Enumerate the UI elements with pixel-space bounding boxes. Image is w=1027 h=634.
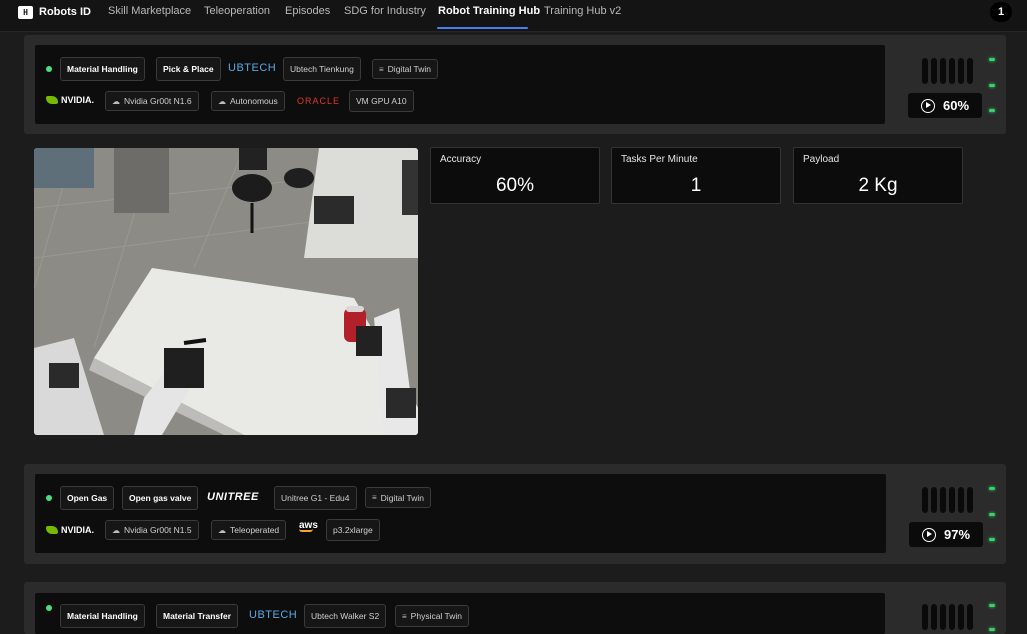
mode-chip[interactable]: ☁ Autonomous [211,91,285,111]
mode-label: Autonomous [230,96,278,106]
subtask-chip[interactable]: Material Transfer [156,604,239,628]
led-indicator [989,109,995,112]
brand[interactable]: H Robots ID [18,4,91,20]
task-chip[interactable]: Open Gas [60,486,115,510]
rack-slots [922,487,973,513]
led-indicator [989,58,995,61]
database-icon: ≡ [379,64,384,74]
model-chip[interactable]: Unitree G1 - Edu4 [274,486,357,510]
ai-model-label: Nvidia Gr00t N1.6 [124,96,192,106]
play-icon [921,527,936,542]
progress-value: 97% [943,527,971,542]
database-icon: ≡ [372,493,377,502]
metric-card-tasks-per-minute: Tasks Per Minute 1 [611,147,781,204]
status-indicator [46,605,52,611]
metric-label: Accuracy [440,154,482,165]
tab-episodes[interactable]: Episodes [285,5,330,17]
ubtech-logo: UBTECH [249,609,298,621]
nvidia-logo: NVIDIA. [46,95,94,105]
play-icon [920,98,935,113]
progress-button[interactable]: 97% [909,522,983,547]
mode-chip[interactable]: ☁ Teleoperated [211,520,287,540]
status-indicator [46,66,52,72]
unitree-logo: UNITREE [207,491,259,503]
twin-label: Digital Twin [387,64,431,74]
rack-slots [922,58,973,84]
cloud-icon: ☁ [218,96,226,106]
nvidia-logo-text: NVIDIA. [61,525,95,535]
aws-logo: aws [299,520,318,532]
metric-value: 2 Kg [858,175,898,196]
twin-chip[interactable]: ≡ Physical Twin [395,605,470,627]
metric-label: Tasks Per Minute [621,154,698,165]
robot-info-panel: Open Gas Open gas valve UNITREE Unitree … [35,474,886,553]
model-chip[interactable]: Ubtech Walker S2 [304,604,387,628]
cloud-icon: ☁ [112,96,120,106]
led-indicator [989,513,995,516]
aws-logo-text: aws [299,520,318,531]
camera-feed[interactable] [34,148,418,435]
brand-name: Robots ID [39,6,91,18]
nvidia-logo: NVIDIA. [46,525,94,535]
count-badge[interactable]: 1 [990,2,1012,22]
compute-chip[interactable]: p3.2xlarge [326,519,380,541]
cloud-icon: ☁ [218,525,226,535]
twin-label: Digital Twin [380,492,424,503]
twin-chip[interactable]: ≡ Digital Twin [372,59,438,79]
ubtech-logo: UBTECH [228,62,277,74]
tab-sdg-for-industry[interactable]: SDG for Industry [344,5,426,17]
led-indicator [989,604,995,607]
database-icon: ≡ [402,611,407,621]
compute-chip[interactable]: VM GPU A10 [349,90,414,112]
ai-model-chip[interactable]: ☁ Nvidia Gr00t N1.6 [105,91,199,111]
progress-value: 60% [942,98,970,113]
metric-card-payload: Payload 2 Kg [793,147,963,204]
task-chip[interactable]: Material Handling [60,604,145,628]
subtask-chip[interactable]: Pick & Place [156,57,221,81]
task-chip[interactable]: Material Handling [60,57,145,81]
oracle-logo: ORACLE [297,96,341,106]
tab-training-hub-v2[interactable]: Training Hub v2 [544,5,621,17]
led-indicator [989,84,995,87]
robot-card[interactable]: Material Handling Pick & Place UBTECH Ub… [24,35,1006,134]
nvidia-eye-icon [46,96,58,104]
twin-label: Physical Twin [410,611,463,621]
robot-info-panel: Material Handling Pick & Place UBTECH Ub… [35,45,885,124]
nvidia-eye-icon [46,526,58,534]
twin-chip[interactable]: ≡ Digital Twin [365,487,431,508]
progress-button[interactable]: 60% [908,93,982,118]
tab-teleoperation[interactable]: Teleoperation [204,5,270,17]
metric-label: Payload [803,154,840,165]
led-indicator [989,538,995,541]
tab-skill-marketplace[interactable]: Skill Marketplace [108,5,191,17]
robot-info-panel: Material Handling Material Transfer UBTE… [35,593,885,634]
model-chip[interactable]: Ubtech Tienkung [283,57,361,81]
status-indicator [46,495,52,501]
robot-card[interactable]: Material Handling Material Transfer UBTE… [24,582,1006,634]
metric-card-accuracy: Accuracy 60% [430,147,600,204]
top-nav: H Robots ID Skill Marketplace Teleoperat… [0,0,1027,32]
subtask-chip[interactable]: Open gas valve [122,486,199,510]
active-tab-indicator [437,27,528,29]
cloud-icon: ☁ [112,525,120,535]
brand-logo-icon: H [18,5,33,19]
tab-robot-training-hub[interactable]: Robot Training Hub [438,5,540,17]
metric-value: 60% [495,175,535,196]
camera-feed-image [34,148,418,435]
robot-card[interactable]: Open Gas Open gas valve UNITREE Unitree … [24,464,1006,564]
led-indicator [989,628,995,631]
ai-model-label: Nvidia Gr00t N1.5 [124,525,192,535]
metric-value: 1 [690,175,702,196]
nvidia-logo-text: NVIDIA. [61,95,95,105]
mode-label: Teleoperated [230,525,280,535]
led-indicator [989,487,995,490]
ai-model-chip[interactable]: ☁ Nvidia Gr00t N1.5 [105,520,199,540]
rack-slots [922,604,973,630]
